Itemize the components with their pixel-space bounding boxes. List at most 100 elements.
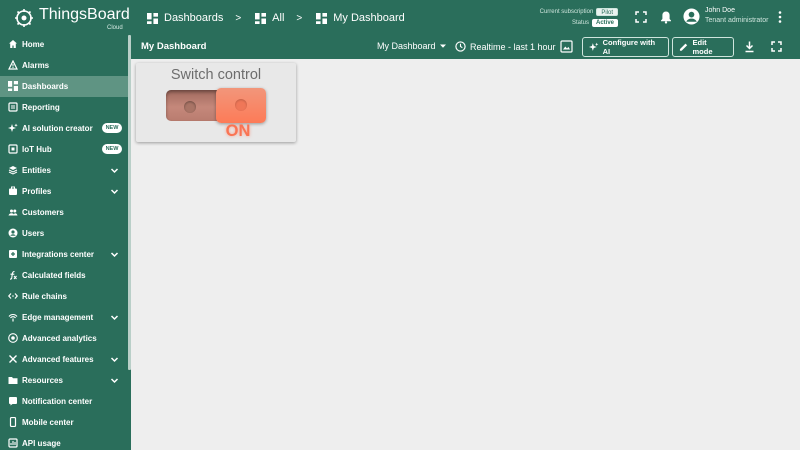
fullscreen-icon[interactable] <box>770 40 783 53</box>
thingsboard-logo[interactable]: ThingsBoard Cloud <box>10 5 130 31</box>
sidebar-item-label: API usage <box>22 439 61 448</box>
sidebar-item-alarms[interactable]: Alarms <box>0 55 128 76</box>
sidebar-item-users[interactable]: Users <box>0 223 128 244</box>
sidebar-item-reporting[interactable]: Reporting <box>0 97 128 118</box>
subscription-status-badge: Active <box>591 18 618 27</box>
switch-knob[interactable] <box>216 88 266 123</box>
iot-hub-icon <box>8 144 18 154</box>
chevron-down-icon <box>110 378 119 384</box>
thingsboard-logo-icon <box>15 9 33 27</box>
timewindow-label: Realtime - last 1 hour <box>470 41 556 52</box>
profiles-icon <box>9 186 17 195</box>
subscription-plan-badge: Pilot <box>596 7 618 16</box>
sidebar-item-rule-chains[interactable]: Rule chains <box>0 286 128 307</box>
widget-title: Switch control <box>170 67 262 83</box>
sidebar-item-label: Advanced features <box>22 355 94 364</box>
sidebar-item-resources[interactable]: Resources <box>0 370 128 391</box>
notification-bell-icon[interactable] <box>659 10 673 24</box>
breadcrumb-my-dashboard: My Dashboard <box>316 12 405 24</box>
top-bar: ThingsBoard Cloud Dashboards > All > My … <box>0 0 800 35</box>
sidebar: Home Alarms Dashboards Reporting AI solu… <box>0 35 131 450</box>
switch-control-widget: Switch control ON <box>136 63 296 142</box>
sidebar-item-label: Rule chains <box>22 292 67 301</box>
sidebar-item-label: Users <box>22 229 45 238</box>
clock-icon <box>455 41 466 52</box>
dashboard-selector[interactable]: My Dashboard <box>377 41 447 51</box>
configure-with-ai-label: Configure with AI <box>602 38 656 56</box>
more-vert-icon[interactable] <box>773 10 787 24</box>
timewindow-selector[interactable]: Realtime - last 1 hour <box>455 41 556 52</box>
switch-state-label: ON <box>225 122 251 140</box>
sidebar-scrollbar[interactable] <box>128 35 131 370</box>
sidebar-item-label: Integrations center <box>22 250 95 259</box>
sidebar-item-edge-management[interactable]: Edge management <box>0 307 128 328</box>
dashboard-selector-label: My Dashboard <box>377 41 436 51</box>
sidebar-item-mobile-center[interactable]: Mobile center <box>0 412 128 433</box>
breadcrumb-label: My Dashboard <box>333 12 405 24</box>
caret-down-icon <box>439 44 446 48</box>
sidebar-item-label: Entities <box>22 166 51 175</box>
mobile-icon <box>9 417 17 427</box>
analytics-icon <box>8 333 18 343</box>
sidebar-item-label: Dashboards <box>22 82 69 91</box>
new-badge: NEW <box>102 123 122 133</box>
sidebar-item-customers[interactable]: Customers <box>0 202 128 223</box>
switch-toggle[interactable] <box>165 88 267 123</box>
download-icon[interactable] <box>743 40 756 53</box>
sidebar-item-home[interactable]: Home <box>0 35 128 55</box>
sidebar-item-label: Home <box>22 40 45 49</box>
sidebar-item-api-usage[interactable]: API usage <box>0 433 128 450</box>
sidebar-item-iot-hub[interactable]: IoT Hub NEW <box>0 139 128 160</box>
api-usage-icon <box>8 438 18 448</box>
subscription-info[interactable]: Current subscription Pilot Status Active <box>520 6 618 28</box>
sidebar-item-label: Advanced analytics <box>22 334 97 343</box>
switch-off-indicator <box>184 101 196 113</box>
chevron-down-icon <box>110 357 119 363</box>
pencil-icon <box>679 43 688 51</box>
subscription-label: Current subscription <box>539 8 594 15</box>
sidebar-item-label: Profiles <box>22 187 52 196</box>
breadcrumb-separator: > <box>296 12 303 24</box>
folder-icon <box>8 377 18 384</box>
chevron-down-icon <box>110 315 119 321</box>
sidebar-item-advanced-analytics[interactable]: Advanced analytics <box>0 328 128 349</box>
customers-icon <box>8 209 18 216</box>
sidebar-item-profiles[interactable]: Profiles <box>0 181 128 202</box>
edit-mode-label: Edit mode <box>692 38 713 56</box>
filter-image-icon[interactable] <box>560 40 573 53</box>
alarm-icon <box>8 60 18 70</box>
sidebar-item-label: Calculated fields <box>22 271 86 280</box>
tools-icon <box>9 355 17 363</box>
logo-edition: Cloud <box>107 25 123 31</box>
logo-name: ThingsBoard <box>39 6 130 23</box>
sidebar-item-label: Alarms <box>22 61 50 70</box>
sidebar-item-label: Customers <box>22 208 64 217</box>
sidebar-item-calculated-fields[interactable]: Calculated fields <box>0 265 128 286</box>
dashboard-grid-icon <box>255 12 267 24</box>
sidebar-item-entities[interactable]: Entities <box>0 160 128 181</box>
subscription-status-label: Status <box>571 19 589 26</box>
user-name: John Doe <box>705 7 735 14</box>
entities-icon <box>8 166 18 175</box>
sidebar-item-label: Mobile center <box>22 418 74 427</box>
edit-mode-button[interactable]: Edit mode <box>672 37 734 57</box>
breadcrumb-label: All <box>272 12 285 24</box>
sparkle-icon <box>589 42 599 51</box>
breadcrumb: Dashboards > All > My Dashboard <box>147 10 405 26</box>
sparkle-icon <box>8 123 18 132</box>
dashboard-toolbar: My Dashboard My Dashboard Realtime - las… <box>131 35 800 59</box>
sidebar-item-ai-solution-creator[interactable]: AI solution creator NEW <box>0 118 128 139</box>
sidebar-item-integrations-center[interactable]: Integrations center <box>0 244 128 265</box>
configure-with-ai-button[interactable]: Configure with AI <box>582 37 669 57</box>
sidebar-item-dashboards[interactable]: Dashboards <box>0 76 128 97</box>
home-icon <box>9 40 17 48</box>
sidebar-item-notification-center[interactable]: Notification center <box>0 391 128 412</box>
avatar[interactable] <box>683 8 700 25</box>
integrations-icon <box>9 250 17 258</box>
chevron-down-icon <box>110 189 119 195</box>
user-icon <box>8 228 18 238</box>
sidebar-item-advanced-features[interactable]: Advanced features <box>0 349 128 370</box>
breadcrumb-dashboards[interactable]: Dashboards <box>147 12 223 24</box>
fullscreen-icon[interactable] <box>634 10 648 24</box>
breadcrumb-all[interactable]: All <box>255 12 284 24</box>
